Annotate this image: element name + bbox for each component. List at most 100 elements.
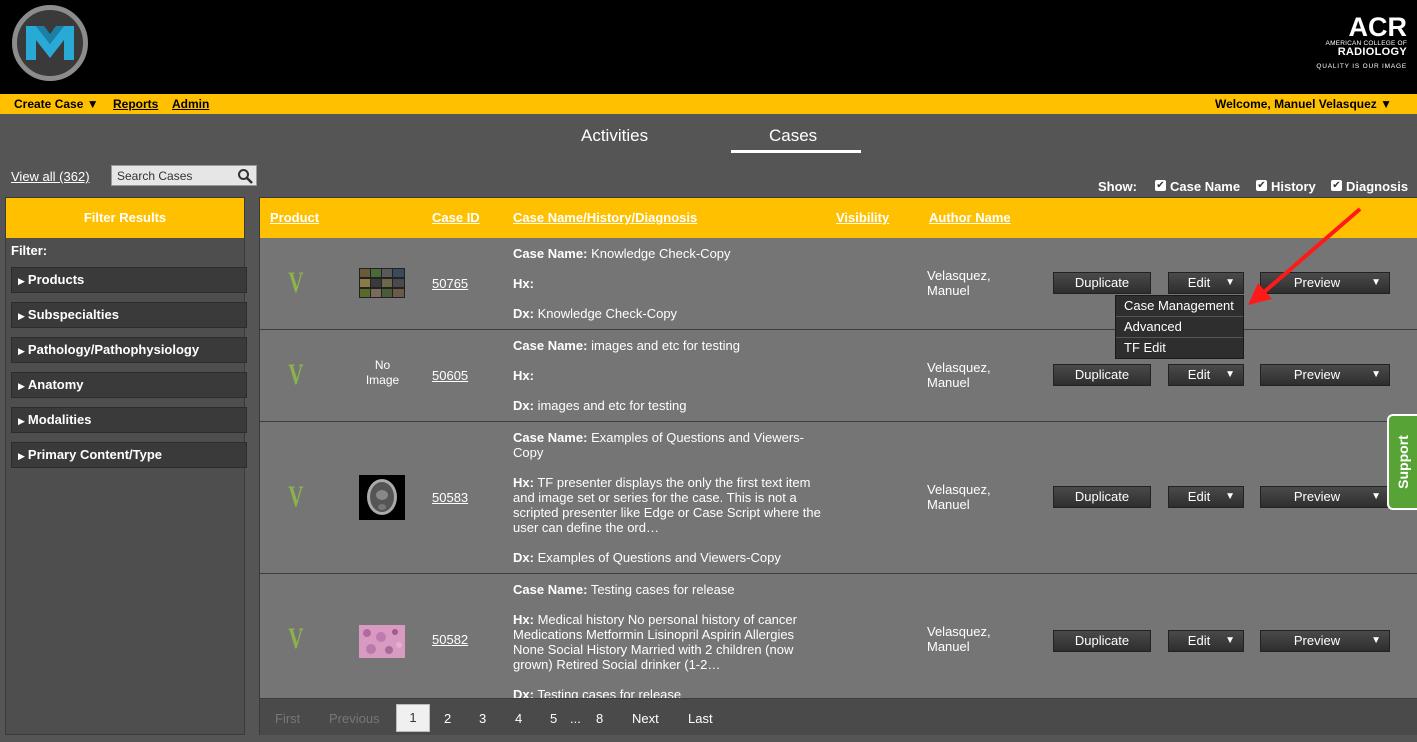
column-author[interactable]: Author Name — [929, 210, 1011, 225]
duplicate-button[interactable]: Duplicate — [1053, 486, 1151, 508]
author-first: Manuel — [927, 497, 970, 512]
dx-value: Testing cases for release — [537, 687, 682, 699]
top-nav-bar: Create Case ▼ Reports Admin Welcome, Man… — [0, 94, 1417, 114]
page-5[interactable]: 5 — [550, 711, 557, 726]
page-3[interactable]: 3 — [479, 711, 486, 726]
facet-label: Anatomy — [27, 377, 84, 392]
page-first: First — [275, 711, 301, 726]
duplicate-button[interactable]: Duplicate — [1053, 364, 1151, 386]
search-input[interactable]: Search Cases — [111, 165, 257, 186]
case-name-label: Case Name: — [513, 430, 588, 445]
case-id-link[interactable]: 50583 — [432, 490, 468, 505]
edit-button[interactable]: Edit ▼ — [1168, 364, 1244, 386]
author-first: Manuel — [927, 283, 970, 298]
case-name-checkbox[interactable]: ✔ — [1155, 180, 1166, 191]
chevron-down-icon: ▼ — [1371, 491, 1381, 502]
support-label: Support — [1395, 435, 1411, 489]
tab-cases[interactable]: Cases — [769, 126, 817, 146]
facet-label: Pathology/Pathophysiology — [27, 342, 200, 357]
expand-triangle-icon: ▶ — [18, 276, 25, 286]
menu-item-advanced[interactable]: Advanced — [1116, 317, 1243, 338]
search-icon[interactable] — [237, 168, 253, 184]
column-product[interactable]: Product — [270, 210, 319, 225]
dx-value: images and etc for testing — [537, 398, 687, 413]
case-id-link[interactable]: 50765 — [432, 276, 468, 291]
page-current[interactable]: 1 — [396, 704, 430, 732]
author-name: Velasquez, Manuel — [927, 268, 991, 298]
product-v-icon: V — [288, 480, 304, 513]
edit-button[interactable]: Edit ▼ — [1168, 272, 1244, 294]
admin-link[interactable]: Admin — [172, 97, 209, 111]
hx-value: TF presenter displays the only the first… — [513, 475, 821, 535]
preview-button-label: Preview — [1293, 489, 1341, 504]
duplicate-button[interactable]: Duplicate — [1053, 630, 1151, 652]
page-last[interactable]: Last — [688, 711, 713, 726]
history-checkbox[interactable]: ✔ — [1256, 180, 1267, 191]
author-last: Velasquez, — [927, 624, 991, 639]
page-8[interactable]: 8 — [596, 711, 603, 726]
column-case-name[interactable]: Case Name/History/Diagnosis — [513, 210, 697, 225]
hx-label: Hx: — [513, 475, 534, 490]
case-description: Case Name: Knowledge Check-Copy Hx: Dx: … — [513, 246, 823, 336]
create-case-menu[interactable]: Create Case ▼ — [14, 97, 99, 111]
case-name-value: Knowledge Check-Copy — [591, 246, 731, 261]
case-id-link[interactable]: 50605 — [432, 368, 468, 383]
page-2[interactable]: 2 — [444, 711, 451, 726]
app-logo[interactable] — [12, 5, 88, 81]
column-visibility[interactable]: Visibility — [836, 210, 889, 225]
filter-label: Filter: — [11, 243, 48, 258]
facet-subspecialties[interactable]: ▶ Subspecialties — [11, 302, 247, 328]
diagnosis-checkbox[interactable]: ✔ — [1331, 180, 1342, 191]
chevron-down-icon: ▼ — [1225, 491, 1235, 502]
preview-button[interactable]: Preview ▼ — [1260, 486, 1390, 508]
tab-activities[interactable]: Activities — [581, 126, 648, 146]
case-thumbnail[interactable] — [359, 625, 405, 658]
facet-modalities[interactable]: ▶ Modalities — [11, 407, 247, 433]
user-menu[interactable]: Welcome, Manuel Velasquez ▼ — [1215, 97, 1392, 111]
facet-label: Subspecialties — [27, 307, 119, 322]
chevron-down-icon: ▼ — [1371, 369, 1381, 380]
chevron-down-icon: ▼ — [1371, 635, 1381, 646]
case-description: Case Name: Testing cases for release Hx:… — [513, 582, 823, 699]
facet-anatomy[interactable]: ▶ Anatomy — [11, 372, 247, 398]
app-header: ACR AMERICAN COLLEGE OF RADIOLOGY QUALIT… — [0, 0, 1417, 94]
reports-link[interactable]: Reports — [113, 97, 158, 111]
acr-brand: ACR — [1348, 12, 1408, 42]
case-thumbnail[interactable] — [359, 475, 405, 520]
support-tab[interactable]: Support — [1387, 414, 1417, 510]
chevron-down-icon: ▼ — [1371, 277, 1381, 288]
case-id-link[interactable]: 50582 — [432, 632, 468, 647]
hx-value: Medical history No personal history of c… — [513, 612, 797, 672]
author-first: Manuel — [927, 639, 970, 654]
preview-button[interactable]: Preview ▼ — [1260, 364, 1390, 386]
page-next[interactable]: Next — [632, 711, 659, 726]
chevron-down-icon: ▼ — [1225, 635, 1235, 646]
edit-button[interactable]: Edit ▼ — [1168, 630, 1244, 652]
case-name-label: Case Name: — [513, 582, 588, 597]
facet-pathology[interactable]: ▶ Pathology/Pathophysiology — [11, 337, 247, 363]
dx-value: Examples of Questions and Viewers-Copy — [537, 550, 781, 565]
expand-triangle-icon: ▶ — [18, 381, 25, 391]
author-name: Velasquez, Manuel — [927, 360, 991, 390]
menu-item-tf-edit[interactable]: TF Edit — [1116, 338, 1243, 359]
view-all-link[interactable]: View all (362) — [11, 169, 90, 184]
chevron-down-icon: ▼ — [1225, 277, 1235, 288]
menu-item-case-management[interactable]: Case Management — [1116, 296, 1243, 317]
edit-button-label: Edit — [1187, 633, 1211, 648]
duplicate-button[interactable]: Duplicate — [1053, 272, 1151, 294]
active-tab-indicator — [731, 150, 861, 153]
facet-products[interactable]: ▶ Products — [11, 267, 247, 293]
dx-label: Dx: — [513, 687, 534, 699]
column-case-id[interactable]: Case ID — [432, 210, 480, 225]
main-tabs: Activities Cases — [0, 126, 1417, 156]
author-first: Manuel — [927, 375, 970, 390]
expand-triangle-icon: ▶ — [18, 346, 25, 356]
case-thumbnail[interactable] — [359, 268, 405, 298]
history-checkbox-label: History — [1271, 179, 1316, 194]
facet-primary-content[interactable]: ▶ Primary Content/Type — [11, 442, 247, 468]
author-last: Velasquez, — [927, 268, 991, 283]
preview-button[interactable]: Preview ▼ — [1260, 630, 1390, 652]
pagination: First Previous 1 2 3 4 5 ... 8 Next Last — [260, 699, 1417, 735]
page-4[interactable]: 4 — [515, 711, 522, 726]
edit-button[interactable]: Edit ▼ — [1168, 486, 1244, 508]
